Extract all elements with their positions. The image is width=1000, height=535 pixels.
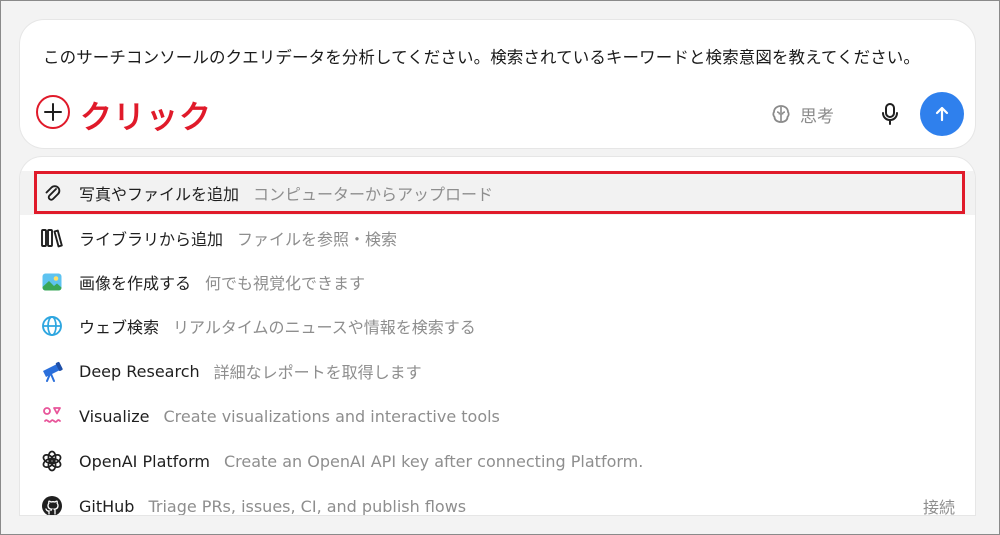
github-icon	[40, 494, 64, 515]
menu-item-visualize[interactable]: Visualize Create visualizations and inte…	[20, 394, 975, 438]
menu-item-library[interactable]: ライブラリから追加 ファイルを参照・検索	[20, 216, 975, 260]
menu-item-label: 写真やファイルを追加	[79, 185, 240, 204]
menu-item-add-files[interactable]: 写真やファイルを追加 コンピューターからアップロード	[20, 171, 975, 215]
menu-item-label: GitHub	[79, 496, 135, 516]
menu-item-desc: Triage PRs, issues, CI, and publish flow…	[148, 496, 467, 516]
menu-item-web-search[interactable]: ウェブ検索 リアルタイムのニュースや情報を検索する	[20, 304, 975, 348]
github-connect-button[interactable]: 接続	[923, 484, 955, 515]
click-annotation: クリック	[80, 98, 213, 136]
menu-item-label: ウェブ検索	[79, 318, 160, 337]
menu-item-desc: Create visualizations and interactive to…	[163, 406, 500, 426]
visualize-icon	[40, 404, 64, 428]
menu-item-desc: 何でも視覚化できます	[205, 274, 366, 293]
menu-item-openai-platform[interactable]: OpenAI Platform Create an OpenAI API key…	[20, 439, 975, 483]
menu-item-desc: リアルタイムのニュースや情報を検索する	[173, 318, 476, 337]
prompt-input[interactable]: このサーチコンソールのクエリデータを分析してください。検索されているキーワードと…	[43, 44, 943, 68]
microphone-icon	[882, 103, 898, 125]
telescope-icon	[40, 359, 64, 383]
menu-item-desc: コンピューターからアップロード	[253, 185, 494, 204]
menu-item-github[interactable]: GitHub Triage PRs, issues, CI, and publi…	[20, 484, 975, 515]
menu-item-label: ライブラリから追加	[79, 230, 224, 249]
image-icon	[40, 270, 64, 294]
menu-item-desc: ファイルを参照・検索	[237, 230, 398, 249]
library-icon	[40, 226, 64, 250]
globe-icon	[40, 314, 64, 338]
menu-item-label: 画像を作成する	[79, 274, 192, 293]
menu-item-desc: 詳細なレポートを取得します	[213, 363, 422, 382]
menu-item-deep-research[interactable]: Deep Research 詳細なレポートを取得します	[20, 349, 975, 393]
attachment-menu: 写真やファイルを追加 コンピューターからアップロード ライブラリから追加 ファイ…	[20, 157, 975, 515]
prompt-card: このサーチコンソールのクエリデータを分析してください。検索されているキーワードと…	[20, 20, 975, 148]
brain-icon	[772, 105, 790, 123]
paperclip-icon	[40, 181, 64, 205]
plus-icon	[44, 103, 62, 121]
menu-item-desc: Create an OpenAI API key after connectin…	[223, 451, 644, 471]
menu-item-label: Deep Research	[79, 361, 200, 381]
send-button[interactable]	[920, 92, 964, 136]
menu-item-create-image[interactable]: 画像を作成する 何でも視覚化できます	[20, 260, 975, 304]
menu-item-label: OpenAI Platform	[79, 451, 210, 471]
think-button[interactable]: 思考	[770, 100, 834, 128]
add-attachment-button[interactable]	[36, 95, 70, 129]
menu-item-label: Visualize	[79, 406, 150, 426]
arrow-up-icon	[935, 106, 949, 122]
voice-input-button[interactable]	[876, 100, 904, 128]
think-label: 思考	[800, 106, 834, 127]
openai-icon	[40, 449, 64, 473]
